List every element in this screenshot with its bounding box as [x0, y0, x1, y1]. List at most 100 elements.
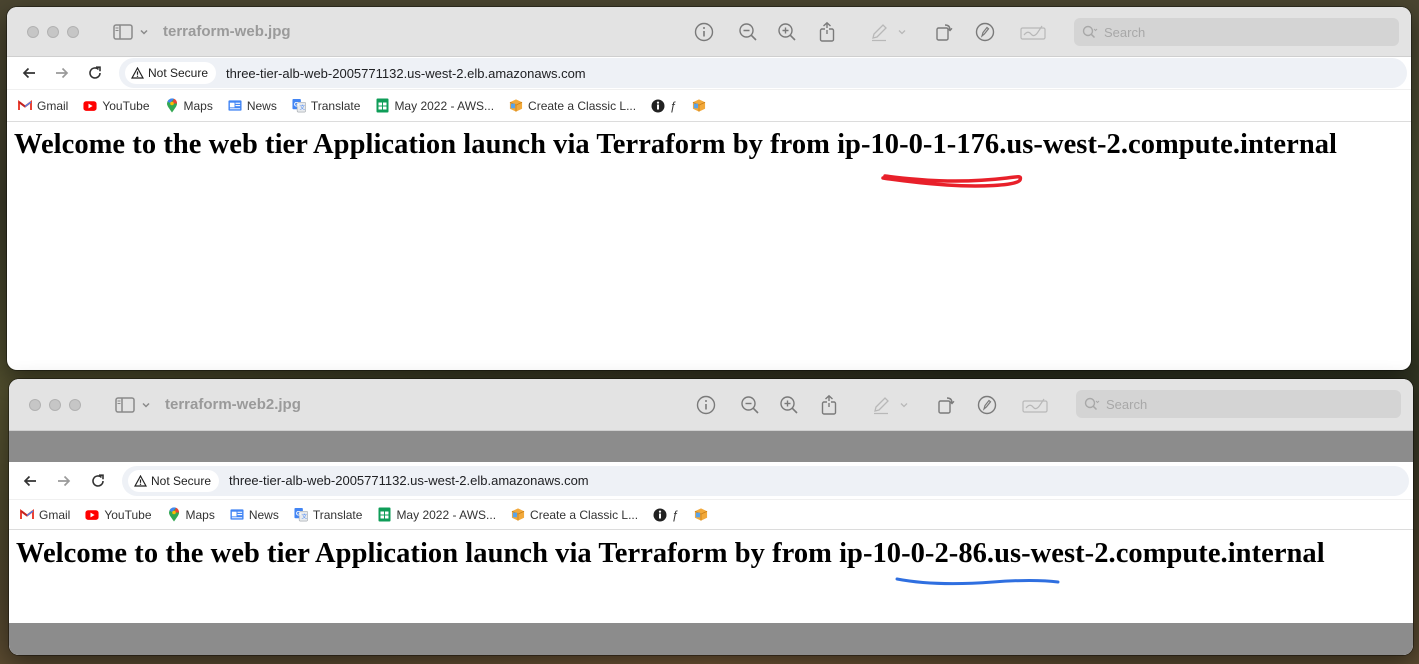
security-chip[interactable]: Not Secure	[125, 62, 217, 84]
reload-button[interactable]	[88, 471, 108, 491]
bookmark-aws[interactable]	[694, 508, 708, 522]
chevron-down-icon	[140, 29, 148, 35]
markup-button[interactable]	[976, 394, 998, 416]
bookmark-news[interactable]: News	[230, 508, 279, 522]
bookmark-f[interactable]: ƒ	[653, 508, 679, 522]
bookmark-youtube[interactable]: YouTube	[85, 507, 152, 522]
bookmark-translate[interactable]: G 文 Translate	[294, 508, 362, 522]
info-dark-icon	[653, 508, 667, 522]
page-heading: Welcome to the web tier Application laun…	[16, 538, 1325, 569]
markup-button[interactable]	[974, 21, 996, 43]
close-window-button[interactable]	[27, 25, 39, 38]
bookmark-label: Gmail	[37, 98, 69, 113]
svg-text:G: G	[296, 510, 301, 517]
close-window-button[interactable]	[29, 398, 41, 411]
maps-icon	[167, 507, 181, 522]
bookmark-gmail[interactable]: Gmail	[18, 99, 68, 113]
info-button[interactable]	[695, 394, 717, 416]
back-arrow-icon	[23, 475, 36, 486]
security-chip[interactable]: Not Secure	[128, 469, 220, 492]
search-field[interactable]: Search	[1076, 390, 1401, 418]
search-placeholder: Search	[1106, 396, 1148, 412]
blue-underline-annotation	[895, 577, 1060, 586]
zoom-in-button[interactable]	[778, 394, 800, 416]
bookmark-maps[interactable]: Maps	[167, 507, 215, 522]
youtube-icon	[85, 508, 99, 522]
bookmark-f[interactable]: ƒ	[651, 99, 677, 113]
traffic-lights	[27, 25, 79, 38]
markup-circle-icon	[977, 395, 997, 415]
back-button[interactable]	[20, 471, 40, 491]
aws-cube-icon	[509, 99, 523, 113]
bookmark-news[interactable]: News	[228, 99, 277, 113]
bookmark-may-2022-aws[interactable]: May 2022 - AWS...	[377, 507, 496, 522]
reload-button[interactable]	[85, 63, 105, 83]
bookmark-maps[interactable]: Maps	[165, 98, 213, 113]
markup-pen-icon	[872, 24, 887, 42]
address-bar[interactable]: Not Secure three-tier-alb-web-2005771132…	[119, 58, 1407, 88]
search-field[interactable]: Search	[1074, 18, 1399, 46]
bookmark-may-2022-aws[interactable]: May 2022 - AWS...	[375, 98, 494, 113]
zoom-in-icon	[778, 23, 796, 41]
sheets-icon	[377, 507, 391, 522]
bookmark-create-classic[interactable]: Create a Classic L...	[509, 99, 636, 113]
bookmark-youtube[interactable]: YouTube	[83, 98, 150, 113]
zoom-window-button[interactable]	[67, 25, 79, 38]
forward-button[interactable]	[52, 63, 72, 83]
bookmark-label: YouTube	[102, 98, 150, 113]
address-bar[interactable]: Not Secure three-tier-alb-web-2005771132…	[122, 465, 1409, 496]
search-icon	[1082, 25, 1098, 39]
info-icon	[696, 395, 716, 415]
image-letterbox-top	[9, 431, 1413, 462]
markup-pen-icon	[874, 397, 889, 415]
window-titlebar[interactable]: terraform-web.jpg Search	[7, 7, 1411, 57]
share-button[interactable]	[816, 21, 838, 43]
bookmark-create-classic[interactable]: Create a Classic L...	[511, 508, 638, 522]
rotate-button[interactable]	[933, 21, 955, 43]
bookmark-gmail[interactable]: Gmail	[20, 508, 70, 522]
markup-menu-button[interactable]	[895, 21, 909, 43]
aws-cube-icon	[511, 508, 525, 522]
chevron-down-icon	[898, 30, 906, 35]
image-letterbox-bottom	[9, 623, 1413, 655]
markup-menu-button[interactable]	[897, 394, 911, 416]
warning-triangle-icon	[134, 474, 147, 487]
share-button[interactable]	[818, 394, 840, 416]
aws-cube-icon	[692, 99, 706, 113]
signature-button[interactable]	[1022, 394, 1048, 416]
rotate-button[interactable]	[935, 394, 957, 416]
maps-icon	[165, 98, 179, 113]
minimize-window-button[interactable]	[49, 398, 61, 411]
zoom-in-button[interactable]	[776, 21, 798, 43]
window-titlebar[interactable]: terraform-web2.jpg Search	[9, 379, 1413, 431]
markup-pen-button[interactable]	[868, 21, 890, 43]
traffic-lights	[29, 398, 81, 411]
sidebar-toggle-button[interactable]	[113, 23, 149, 40]
zoom-out-icon	[739, 23, 757, 41]
zoom-window-button[interactable]	[69, 398, 81, 411]
svg-text:文: 文	[301, 513, 307, 521]
search-placeholder: Search	[1104, 24, 1146, 40]
search-icon	[1084, 397, 1100, 411]
bookmark-label: YouTube	[104, 507, 152, 522]
zoom-out-icon	[741, 396, 759, 414]
aws-cube-icon	[694, 508, 708, 522]
minimize-window-button[interactable]	[47, 25, 59, 38]
bookmarks-bar: Gmail YouTube Maps News G 文 Translate May …	[9, 500, 1413, 530]
red-underline-annotation	[881, 174, 1023, 188]
zoom-out-button[interactable]	[739, 394, 761, 416]
markup-pen-button[interactable]	[870, 394, 892, 416]
back-button[interactable]	[19, 63, 39, 83]
info-button[interactable]	[693, 21, 715, 43]
signature-button[interactable]	[1020, 21, 1046, 43]
bookmark-aws[interactable]	[692, 99, 706, 113]
signature-icon	[1020, 25, 1046, 40]
forward-button[interactable]	[54, 471, 74, 491]
back-arrow-icon	[22, 67, 35, 79]
zoom-out-button[interactable]	[737, 21, 759, 43]
sidebar-toggle-button[interactable]	[115, 396, 151, 413]
window-title: terraform-web.jpg	[163, 23, 291, 40]
gmail-icon	[18, 99, 32, 113]
preview-window-2: terraform-web2.jpg Search Not Secure thr…	[9, 379, 1413, 655]
bookmark-translate[interactable]: G 文 Translate	[292, 99, 360, 113]
